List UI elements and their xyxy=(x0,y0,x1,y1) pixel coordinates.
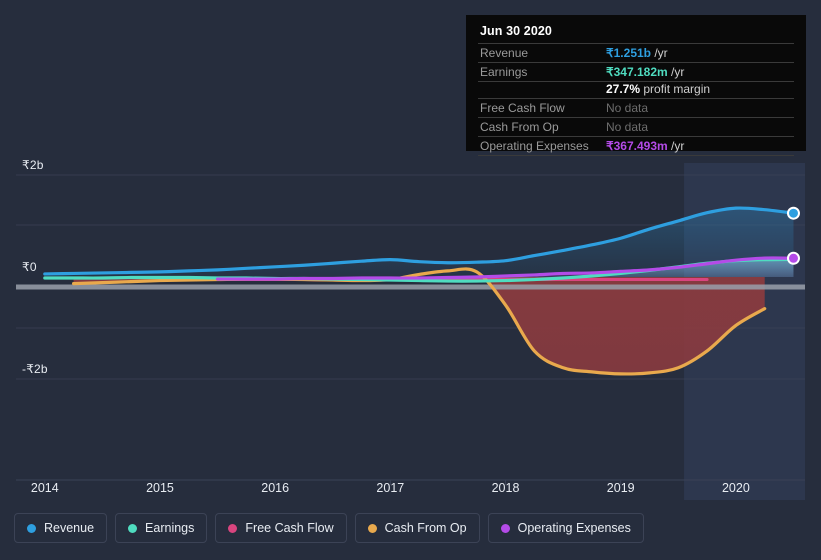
stock-financials-chart: ₹2b ₹0 -₹2b 2014 2015 2016 2017 2018 2019 2020 J… xyxy=(0,0,821,560)
x-axis-tick: 2016 xyxy=(261,481,290,495)
tooltip-row-value: ₹367.493m /yr xyxy=(604,137,794,156)
tooltip-row: Cash From Op No data xyxy=(478,117,794,137)
legend-item-revenue[interactable]: Revenue xyxy=(14,513,108,543)
tooltip-value-unit: profit margin xyxy=(640,82,711,96)
tooltip-row: Revenue ₹1.251b /yr xyxy=(478,43,794,63)
tooltip-row-value: No data xyxy=(604,99,794,118)
tooltip-row: Earnings ₹347.182m /yr xyxy=(478,62,794,82)
x-axis-tick: 2020 xyxy=(721,481,750,495)
x-axis-tick: 2018 xyxy=(491,481,520,495)
tooltip-value-unit: /yr xyxy=(667,65,685,79)
tooltip-row: Free Cash Flow No data xyxy=(478,98,794,118)
legend-item-label: Cash From Op xyxy=(384,521,467,535)
tooltip-no-data: No data xyxy=(606,120,649,134)
legend-color-dot-icon xyxy=(500,523,510,533)
tooltip-value-unit: /yr xyxy=(667,139,685,153)
x-axis-tick: 2015 xyxy=(146,481,174,495)
tooltip-value-amount: ₹1.251b xyxy=(606,46,651,60)
tooltip-value-amount: ₹367.493m xyxy=(606,139,668,153)
tooltip-row-label: Operating Expenses xyxy=(480,139,589,153)
endpoint-marker xyxy=(786,251,800,265)
legend-color-dot-icon xyxy=(128,523,138,533)
y-axis-tick: -₹2b xyxy=(22,362,48,376)
tooltip-row-label: Earnings xyxy=(480,65,528,79)
legend-item-label: Earnings xyxy=(145,521,195,535)
tooltip-row: 27.7% profit margin xyxy=(478,81,794,99)
tooltip-row-label xyxy=(478,82,604,99)
legend-color-dot-icon xyxy=(27,523,36,533)
legend-item-label: Free Cash Flow xyxy=(245,521,334,535)
legend-color-dot-icon xyxy=(367,523,377,533)
legend-color-dot-icon xyxy=(228,523,238,533)
legend-item-label: Revenue xyxy=(44,521,95,535)
tooltip-row-value: ₹347.182m /yr xyxy=(604,63,794,82)
legend-item-earnings[interactable]: Earnings xyxy=(115,513,208,543)
x-axis-tick: 2017 xyxy=(376,481,405,495)
endpoint-marker xyxy=(786,206,800,220)
tooltip-row-label: Free Cash Flow xyxy=(480,101,565,115)
tooltip-row-label: Revenue xyxy=(480,46,529,60)
tooltip-value-amount: ₹347.182m xyxy=(606,65,668,79)
legend-item-free-cash-flow[interactable]: Free Cash Flow xyxy=(215,513,347,543)
tooltip-row-value: No data xyxy=(604,118,794,137)
tooltip-value-unit: /yr xyxy=(651,46,668,60)
x-axis-tick: 2014 xyxy=(30,481,59,495)
tooltip-no-data: No data xyxy=(606,101,649,115)
legend-item-cash-from-op[interactable]: Cash From Op xyxy=(354,513,480,543)
y-axis-tick: ₹0 xyxy=(22,260,37,274)
tooltip-bottom-rule xyxy=(478,155,794,156)
tooltip-table: Revenue ₹1.251b /yr Earnings ₹347.182m /yr 2… xyxy=(478,43,794,155)
tooltip-row-value: 27.7% profit margin xyxy=(604,82,794,99)
data-tooltip: Jun 30 2020 Revenue ₹1.251b /yr Earnings ₹3… xyxy=(466,15,806,156)
tooltip-row-label: Cash From Op xyxy=(480,120,559,134)
y-axis-tick: ₹2b xyxy=(22,158,44,172)
x-axis-tick: 2019 xyxy=(606,481,635,495)
tooltip-row-value: ₹1.251b /yr xyxy=(604,44,794,63)
tooltip-value-amount: 27.7% xyxy=(606,82,641,96)
tooltip-row: Operating Expenses ₹367.493m /yr xyxy=(478,136,794,156)
legend-item-operating-expenses[interactable]: Operating Expenses xyxy=(487,513,644,543)
legend-item-label: Operating Expenses xyxy=(517,521,631,535)
chart-legend[interactable]: Revenue Earnings Free Cash Flow Cash From O… xyxy=(14,513,644,543)
tooltip-date: Jun 30 2020 xyxy=(480,24,552,38)
